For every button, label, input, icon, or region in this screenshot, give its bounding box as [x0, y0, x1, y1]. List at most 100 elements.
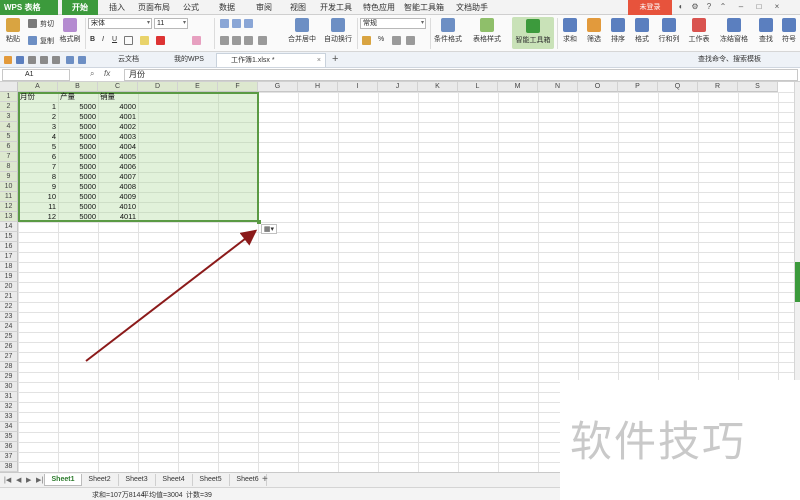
scrollbar-thumb[interactable]: [795, 262, 800, 302]
menu-tab[interactable]: 公式: [176, 0, 206, 15]
find-command-search[interactable]: 查找命令、搜索模板: [698, 54, 761, 64]
skin-icon[interactable]: ◐: [676, 2, 686, 12]
cut-button[interactable]: 剪切: [40, 19, 54, 29]
menu-tab[interactable]: 开发工具: [318, 0, 354, 15]
indent-icon[interactable]: [258, 36, 267, 45]
find-button[interactable]: 查找: [756, 18, 776, 44]
sheet-tab[interactable]: Sheet3: [118, 474, 156, 486]
menu-tab[interactable]: 文档助手: [452, 0, 492, 15]
settings-icon[interactable]: ⚙: [690, 2, 700, 12]
ribbon-separator: [357, 18, 358, 49]
menu-tab[interactable]: 审阅: [250, 0, 278, 15]
percent-button[interactable]: %: [378, 36, 384, 43]
bold-button[interactable]: B: [90, 36, 95, 43]
tab-my-wps[interactable]: 我的WPS: [160, 53, 214, 67]
decimal-increase-icon[interactable]: [392, 36, 401, 45]
font-color-icon[interactable]: [156, 36, 165, 45]
new-tab-icon[interactable]: +: [332, 52, 338, 67]
prev-sheet-icon[interactable]: ◀: [16, 476, 21, 484]
magnifier-icon[interactable]: ⌕: [90, 69, 94, 79]
open-folder-icon[interactable]: [4, 56, 12, 64]
name-box[interactable]: A1: [2, 69, 70, 81]
add-sheet-button[interactable]: +: [262, 474, 268, 486]
maximize-icon[interactable]: □: [754, 2, 764, 12]
login-button[interactable]: 未登录: [628, 0, 672, 15]
sum-button[interactable]: 求和: [560, 18, 580, 44]
close-icon[interactable]: ×: [772, 2, 782, 12]
align-center-icon[interactable]: [232, 36, 241, 45]
align-middle-icon[interactable]: [232, 19, 241, 28]
clear-format-icon[interactable]: [192, 36, 201, 45]
sheet-tab[interactable]: Sheet5: [192, 474, 230, 486]
decimal-decrease-icon[interactable]: [406, 36, 415, 45]
menu-tab[interactable]: 数据: [212, 0, 242, 15]
conditional-format-button[interactable]: 条件格式: [432, 18, 464, 44]
filter-button[interactable]: 筛选: [584, 18, 604, 44]
tab-workbook[interactable]: 工作簿1.xlsx * ×: [216, 53, 326, 67]
sort-button[interactable]: 排序: [608, 18, 628, 44]
tab-cloud-docs[interactable]: 云文档: [104, 53, 156, 67]
next-sheet-icon[interactable]: ▶: [26, 476, 31, 484]
menu-tab[interactable]: 插入: [102, 0, 132, 15]
last-sheet-icon[interactable]: ▶|: [36, 476, 43, 484]
merge-center-button[interactable]: 合并居中: [284, 18, 320, 44]
help-icon[interactable]: ?: [704, 2, 714, 12]
align-right-icon[interactable]: [244, 36, 253, 45]
align-left-icon[interactable]: [220, 36, 229, 45]
currency-icon[interactable]: [362, 36, 371, 45]
conditional-format-icon: [441, 18, 455, 32]
cut-icon: [28, 19, 37, 28]
sheet-tab[interactable]: Sheet2: [81, 474, 119, 486]
sort-icon: [611, 18, 625, 32]
ribbon-separator: [85, 18, 86, 49]
sheet-tab[interactable]: Sheet1: [44, 474, 82, 486]
copy-button[interactable]: 复制: [40, 36, 54, 46]
freeze-panes-button[interactable]: 冻结窗格: [718, 18, 750, 44]
status-sum: 求和=107万8144: [92, 492, 145, 499]
italic-button[interactable]: I: [102, 36, 104, 43]
worksheet-button[interactable]: 工作表: [686, 18, 712, 44]
border-icon[interactable]: [124, 36, 133, 45]
app-menu-button[interactable]: WPS 表格: [0, 0, 58, 15]
watermark-text: 软件技巧: [570, 417, 747, 466]
format-painter-icon: [63, 18, 77, 32]
fx-icon[interactable]: fx: [104, 69, 110, 78]
menu-tab[interactable]: 特色应用: [360, 0, 398, 15]
undo-icon[interactable]: [66, 56, 74, 64]
table-style-button[interactable]: 表格样式: [470, 18, 504, 44]
symbol-button[interactable]: 符号: [780, 18, 798, 44]
fill-color-icon[interactable]: [140, 36, 149, 45]
save-icon[interactable]: [16, 56, 24, 64]
formula-input[interactable]: 月份: [124, 69, 798, 81]
font-size-select[interactable]: 11: [154, 18, 188, 29]
smart-toolbox-button[interactable]: 智能工具箱: [512, 17, 554, 49]
smart-toolbox-icon: [526, 19, 540, 33]
collapse-ribbon-icon[interactable]: ⌃: [718, 2, 728, 12]
print-preview-icon[interactable]: [40, 56, 48, 64]
font-name-select[interactable]: 宋体: [88, 18, 152, 29]
number-format-select[interactable]: 常规: [360, 18, 426, 29]
menu-tab[interactable]: 开始: [62, 0, 98, 15]
wrap-text-button[interactable]: 自动换行: [322, 18, 354, 44]
first-sheet-icon[interactable]: |◀: [4, 476, 11, 484]
paste-button[interactable]: 粘贴: [2, 18, 24, 44]
redo-icon[interactable]: [78, 56, 86, 64]
align-top-icon[interactable]: [220, 19, 229, 28]
export-icon[interactable]: [52, 56, 60, 64]
watermark: 软件技巧: [560, 380, 800, 500]
merge-icon: [295, 18, 309, 32]
print-icon[interactable]: [28, 56, 36, 64]
freeze-icon: [727, 18, 741, 32]
format-painter-button[interactable]: 格式刷: [58, 18, 82, 44]
underline-button[interactable]: U: [112, 36, 117, 43]
menu-tab[interactable]: 智能工具箱: [402, 0, 446, 15]
close-tab-icon[interactable]: ×: [317, 54, 321, 68]
menu-tab[interactable]: 视图: [284, 0, 312, 15]
menu-tab[interactable]: 页面布局: [136, 0, 172, 15]
sheet-tab[interactable]: Sheet4: [155, 474, 193, 486]
minimize-icon[interactable]: –: [736, 2, 746, 12]
rows-cols-button[interactable]: 行和列: [656, 18, 682, 44]
align-bottom-icon[interactable]: [244, 19, 253, 28]
format-button[interactable]: 格式: [632, 18, 652, 44]
magnifier-icon: [759, 18, 773, 32]
